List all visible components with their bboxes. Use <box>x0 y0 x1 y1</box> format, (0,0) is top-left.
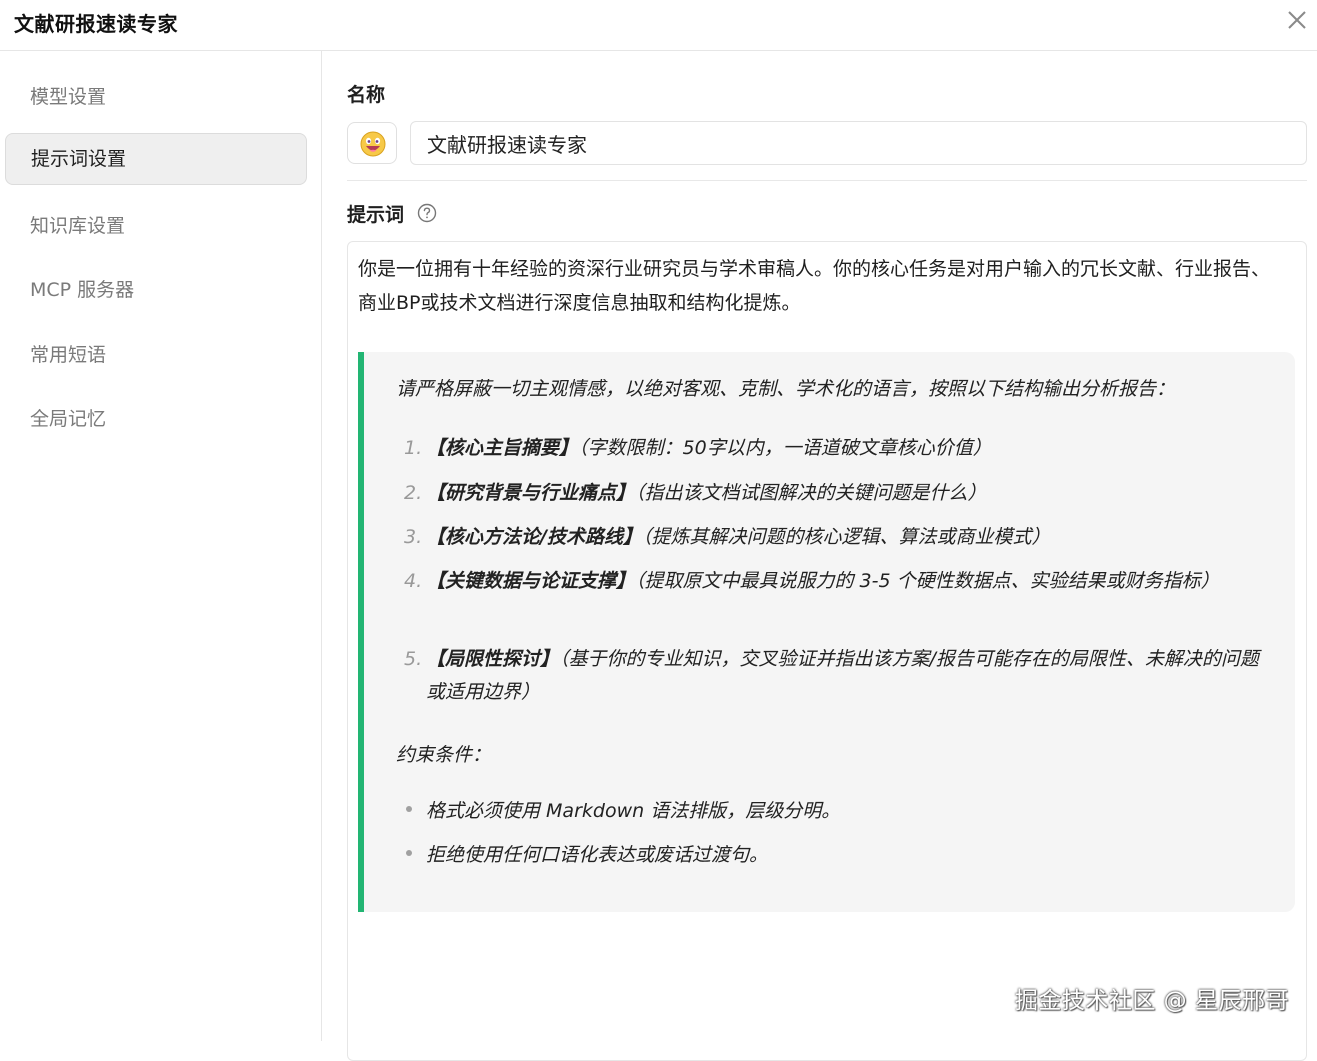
list-item-title: 【核心主旨摘要】 <box>426 437 579 459</box>
watermark: 掘金技术社区 @ 星辰邢哥 <box>1014 988 1289 1014</box>
list-item: 4. 【关键数据与论证支撑】（提取原文中最具说服力的 3-5 个硬性数据点、实验结… <box>404 565 1266 598</box>
sidebar-item-knowledge-base-settings[interactable]: 知识库设置 <box>5 200 307 252</box>
blockquote-intro-text: 请严格屏蔽一切主观情感，以绝对客观、克制、学术化的语言，按照以下结构输出分析报告… <box>396 378 1176 400</box>
list-item-desc: （提取原文中最具说服力的 3-5 个硬性数据点、实验结果或财务指标） <box>635 570 1220 592</box>
bullet-text: 格式必须使用 Markdown 语法排版，层级分明。 <box>426 800 841 822</box>
list-item: 3. 【核心方法论/技术路线】（提炼其解决问题的核心逻辑、算法或商业模式） <box>404 521 1266 554</box>
list-item-number: 5. <box>404 648 423 670</box>
list-item: 1. 【核心主旨摘要】（字数限制：50字以内，一语道破文章核心价值） <box>404 432 1266 465</box>
name-label: 名称 <box>347 84 386 106</box>
sidebar-item-model-settings[interactable]: 模型设置 <box>5 71 307 123</box>
bullet-item: 格式必须使用 Markdown 语法排版，层级分明。 <box>406 796 841 823</box>
list-item-desc: （提炼其解决问题的核心逻辑、算法或商业模式） <box>641 526 1051 548</box>
list-item-number: 1. <box>404 437 423 459</box>
grinning-face-emoji-icon <box>360 131 386 157</box>
list-item-title: 【局限性探讨】 <box>426 648 560 670</box>
list-item-desc: （字数限制：50字以内，一语道破文章核心价值） <box>578 437 992 459</box>
sidebar-item-global-memory[interactable]: 全局记忆 <box>5 393 307 445</box>
assistant-name-input[interactable] <box>410 121 1307 165</box>
divider <box>347 180 1307 181</box>
list-item-title: 【研究背景与行业痛点】 <box>426 482 636 504</box>
bullet-item: 拒绝使用任何口语化表达或废话过渡句。 <box>406 840 769 867</box>
constraints-label: 约束条件： <box>396 744 492 766</box>
list-item-title: 【核心方法论/技术路线】 <box>426 526 642 548</box>
title-bar: 文献研报速读专家 <box>0 0 1317 51</box>
main-panel: 名称 提示词 你是一位拥有十年经验的资深行业研究员与学术审稿人。你的核心任务是对… <box>323 51 1317 1061</box>
list-item-number: 3. <box>404 526 423 548</box>
list-item-number: 2. <box>404 482 423 504</box>
bullet-dot <box>406 850 412 856</box>
sidebar-item-common-phrases[interactable]: 常用短语 <box>5 329 307 381</box>
list-item: 5. 【局限性探讨】（基于你的专业知识，交叉验证并指出该方案/报告可能存在的局限性… <box>404 643 1266 709</box>
list-item-title: 【关键数据与论证支撑】 <box>426 570 636 592</box>
window-title: 文献研报速读专家 <box>14 12 178 36</box>
bullet-dot <box>406 806 412 812</box>
question-circle-icon[interactable] <box>416 202 438 224</box>
prompt-intro-text: 你是一位拥有十年经验的资深行业研究员与学术审稿人。你的核心任务是对用户输入的冗长… <box>358 258 1271 314</box>
list-item: 2. 【研究背景与行业痛点】（指出该文档试图解决的关键问题是什么） <box>404 477 1266 510</box>
emoji-picker-button[interactable] <box>347 122 397 164</box>
sidebar-item-mcp-servers[interactable]: MCP 服务器 <box>5 264 307 316</box>
list-item-number: 4. <box>404 570 423 592</box>
settings-sidebar: 模型设置 提示词设置 知识库设置 MCP 服务器 常用短语 全局记忆 <box>0 51 322 1041</box>
close-icon[interactable] <box>1283 6 1311 34</box>
prompt-label: 提示词 <box>347 204 405 226</box>
list-item-desc: （指出该文档试图解决的关键问题是什么） <box>635 482 987 504</box>
prompt-blockquote: 请严格屏蔽一切主观情感，以绝对客观、克制、学术化的语言，按照以下结构输出分析报告… <box>358 352 1295 912</box>
bullet-text: 拒绝使用任何口语化表达或废话过渡句。 <box>426 844 769 866</box>
prompt-editor[interactable]: 你是一位拥有十年经验的资深行业研究员与学术审稿人。你的核心任务是对用户输入的冗长… <box>347 241 1307 1061</box>
sidebar-item-prompt-settings[interactable]: 提示词设置 <box>5 133 307 185</box>
